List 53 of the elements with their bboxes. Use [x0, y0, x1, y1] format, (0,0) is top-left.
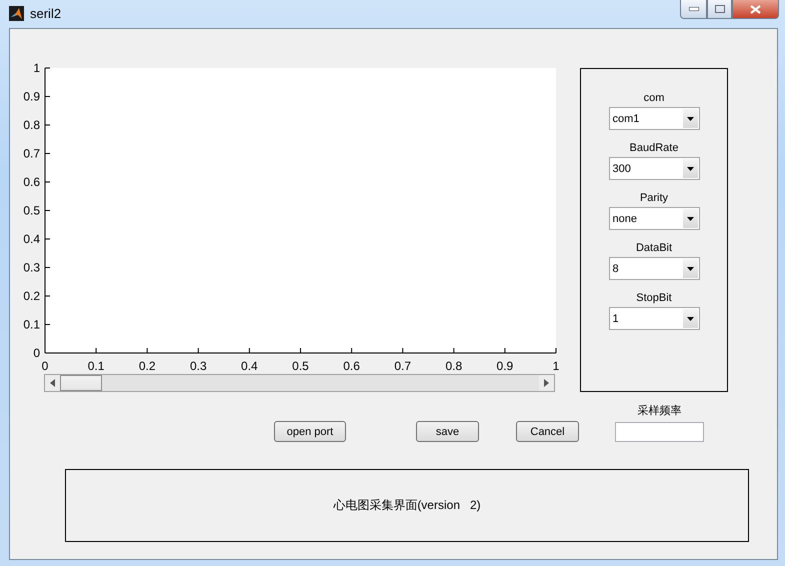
minimize-icon	[688, 7, 698, 11]
dropdown[interactable]: 300	[608, 157, 700, 180]
dropdown[interactable]: 1	[608, 307, 700, 330]
push-button[interactable]: Cancel	[516, 421, 579, 442]
setting-label: com	[644, 91, 664, 106]
maximize-icon	[714, 5, 724, 13]
caret-icon	[686, 266, 694, 270]
x-tick-label: 0.5	[292, 359, 309, 372]
window-title: seril2	[30, 6, 62, 21]
x-tick-label: 0.8	[445, 359, 462, 372]
y-tick-label: 0.7	[23, 146, 40, 160]
setting-label: StopBit	[636, 291, 672, 306]
close-icon	[750, 4, 761, 14]
scroll-slider[interactable]	[44, 374, 555, 392]
caret-icon	[686, 166, 694, 170]
x-tick-label: 0.7	[394, 359, 412, 372]
x-tick-label: 0.4	[241, 359, 258, 372]
setting-label: DataBit	[636, 241, 672, 256]
y-tick-label: 0	[33, 346, 40, 360]
app-logo-icon	[9, 6, 24, 21]
input-field[interactable]	[615, 422, 704, 442]
push-button[interactable]: save	[416, 421, 479, 442]
x-tick-label: 0.1	[88, 359, 104, 372]
minimize-button[interactable]	[680, 0, 707, 19]
y-tick-label: 0.1	[23, 318, 40, 332]
x-tick-label: 0.9	[496, 359, 514, 372]
y-tick-label: 0.5	[23, 204, 40, 218]
maximize-button[interactable]	[707, 0, 732, 19]
x-tick-label: 0.6	[343, 359, 360, 372]
push-button[interactable]: open port	[274, 421, 346, 442]
y-tick-label: 0.8	[23, 118, 40, 132]
caret-icon	[686, 116, 694, 120]
dropdown[interactable]: none	[608, 207, 700, 230]
close-button[interactable]	[732, 0, 779, 19]
x-tick-label: 0.3	[190, 359, 207, 372]
field-label: 采样频率	[638, 404, 682, 419]
caret-icon	[686, 316, 694, 320]
x-tick-label: 1	[552, 359, 560, 372]
y-tick-label: 0.6	[23, 175, 40, 189]
y-tick-label: 0.4	[23, 232, 40, 246]
y-tick-label: 0.9	[23, 90, 40, 104]
x-tick-label: 0	[42, 359, 48, 372]
slider-thumb[interactable]	[60, 375, 102, 391]
y-tick-label: 0.2	[23, 289, 40, 303]
y-tick-label: 1	[33, 61, 40, 75]
dropdown[interactable]: com1	[608, 107, 700, 130]
caption-text: 心电图采集界面(version 2)	[333, 497, 481, 514]
setting-label: Parity	[640, 191, 668, 206]
caret-icon	[686, 216, 694, 220]
x-tick-label: 0.2	[138, 359, 156, 372]
dropdown[interactable]: 8	[608, 257, 700, 280]
setting-label: BaudRate	[630, 141, 678, 156]
y-tick-label: 0.3	[23, 260, 40, 274]
